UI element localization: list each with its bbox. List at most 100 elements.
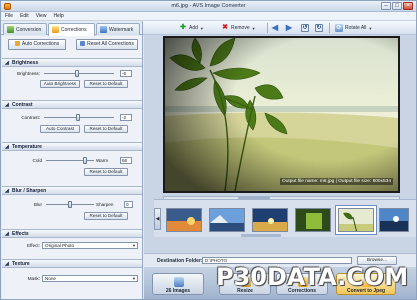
menu-view[interactable]: View (33, 12, 50, 20)
contrast-slider[interactable] (44, 114, 114, 121)
slider-thumb[interactable] (83, 157, 87, 164)
tab-conversion[interactable]: Conversion (3, 23, 47, 35)
tab-conversion-label: Conversion (16, 27, 42, 33)
menu-help[interactable]: Help (50, 12, 66, 20)
effect-select[interactable]: Original Photo ▼ (42, 242, 138, 249)
reset-all-corrections-button[interactable]: Reset All Corrections (76, 39, 138, 50)
chevron-down-icon: ▼ (132, 276, 136, 281)
texture-section-header[interactable]: ◢ Texture (2, 259, 142, 268)
brightness-value[interactable]: -6 (120, 70, 132, 77)
blur-sharpen-value[interactable]: 0 (124, 201, 133, 208)
slider-thumb[interactable] (75, 70, 79, 77)
rotate-all-button[interactable]: ⟳ Rotate All ▼ (335, 23, 372, 33)
collapse-arrow-icon: ◢ (5, 144, 9, 150)
rotate-left-icon: ↺ (301, 24, 309, 32)
contrast-section-title: Contrast (12, 102, 33, 108)
remove-dropdown-icon: ▼ (251, 25, 256, 31)
thumbnail[interactable] (295, 208, 331, 232)
contrast-section-header[interactable]: ◢ Contrast (2, 100, 142, 109)
arrow-right-icon: ▶ (285, 23, 293, 32)
thumbnail[interactable] (379, 208, 409, 232)
add-button[interactable]: ✚ Add ▼ (179, 23, 204, 33)
tab-watermark[interactable]: Watermark (96, 23, 140, 35)
temperature-section-title: Temperature (12, 144, 42, 150)
toolbar-separator (329, 23, 330, 33)
sharpen-label: Sharpen (96, 202, 114, 207)
reset-all-label: Reset All Corrections (87, 41, 134, 47)
tab-corrections[interactable]: Corrections (48, 23, 95, 36)
temperature-value[interactable]: 66 (120, 157, 132, 164)
rotate-left-button[interactable]: ↺ (301, 23, 309, 33)
brightness-section-title: Brightness (12, 60, 39, 66)
thumbnail-image (380, 209, 408, 231)
auto-brightness-button[interactable]: Auto Brightness (40, 80, 80, 88)
thumbnail[interactable] (252, 208, 288, 232)
temperature-cold-label: Cold (32, 158, 42, 163)
next-button[interactable]: ▶ (285, 23, 293, 33)
minimize-button[interactable]: – (381, 2, 391, 10)
thumbnail[interactable] (166, 208, 202, 232)
blur-label: Blur (33, 202, 42, 207)
brightness-slider[interactable] (44, 70, 114, 77)
menu-edit[interactable]: Edit (17, 12, 32, 20)
temperature-warm-label: Warm (96, 158, 109, 163)
blur-sharpen-section-header[interactable]: ◢ Blur / Sharpen (2, 186, 142, 195)
thumbnail-strip: ◀ (154, 199, 416, 237)
effects-section-header[interactable]: ◢ Effects (2, 229, 142, 238)
preview-area: Output file name: m6.jpg | Output file s… (144, 35, 416, 299)
rotate-all-label: Rotate All (345, 25, 367, 31)
maximize-button[interactable]: □ (392, 2, 402, 10)
strip-scrollbar-thumb[interactable] (241, 234, 281, 237)
temperature-slider[interactable] (46, 157, 94, 164)
remove-icon: ✖ (222, 24, 228, 31)
brightness-reset-button[interactable]: Reset to Default (84, 80, 128, 88)
temperature-section-header[interactable]: ◢ Temperature (2, 142, 142, 151)
blur-sharpen-slider[interactable] (46, 201, 94, 208)
collapse-arrow-icon: ◢ (5, 60, 9, 66)
contrast-value[interactable]: -2 (120, 114, 132, 121)
image-preview: Output file name: m6.jpg | Output file s… (165, 38, 398, 191)
temperature-reset-button[interactable]: Reset to Default (84, 168, 128, 176)
blur-sharpen-reset-button[interactable]: Reset to Default (84, 212, 128, 220)
effect-label: Effect: (27, 243, 40, 248)
add-icon: ✚ (180, 24, 186, 31)
slider-thumb[interactable] (76, 114, 80, 121)
image-preview-frame: Output file name: m6.jpg | Output file s… (163, 36, 400, 193)
rotate-right-icon: ↻ (315, 24, 323, 32)
mask-select[interactable]: None ▼ (42, 275, 138, 282)
conversion-icon (7, 26, 14, 33)
previous-button[interactable]: ◀ (271, 23, 279, 33)
preview-caption: Output file name: m6.jpg | Output file s… (280, 178, 393, 185)
tab-watermark-label: Watermark (109, 27, 134, 33)
thumbnail-image (296, 209, 330, 231)
collapse-arrow-icon: ◢ (5, 102, 9, 108)
images-count-button[interactable]: 26 Images (152, 273, 204, 295)
thumbnail-image (253, 209, 287, 231)
arrow-left-icon: ◀ (271, 23, 279, 32)
rotate-right-button[interactable]: ↻ (315, 23, 323, 33)
brightness-label: Brightness: (17, 71, 40, 76)
effect-select-value: Original Photo (45, 243, 75, 248)
rotate-all-icon: ⟳ (335, 24, 343, 32)
corrections-icon (52, 26, 59, 33)
remove-button[interactable]: ✖ Remove ▼ (221, 23, 256, 33)
contrast-label: Contrast: (21, 115, 40, 120)
chevron-down-icon: ▼ (132, 243, 136, 248)
auto-corrections-button[interactable]: Auto Corrections (8, 39, 66, 50)
thumbnail[interactable] (209, 208, 245, 232)
title-bar: m6.jpg - AVS Image Converter – □ × (1, 1, 416, 12)
thumbnail-selected[interactable] (336, 206, 376, 234)
menu-file[interactable]: File (2, 12, 16, 20)
contrast-reset-button[interactable]: Reset to Default (84, 125, 128, 133)
auto-contrast-button[interactable]: Auto Contrast (40, 125, 80, 133)
texture-section-title: Texture (12, 261, 30, 267)
tab-bar: Conversion Corrections Watermark (1, 23, 143, 36)
toolbar-separator (267, 23, 268, 33)
brightness-section-header[interactable]: ◢ Brightness (2, 58, 142, 67)
strip-scroll-left-button[interactable]: ◀ (154, 208, 161, 230)
collapse-arrow-icon: ◢ (5, 188, 9, 194)
effects-section-title: Effects (12, 231, 29, 237)
slider-thumb[interactable] (68, 201, 72, 208)
close-button[interactable]: × (403, 2, 413, 10)
tab-corrections-label: Corrections (61, 27, 87, 33)
